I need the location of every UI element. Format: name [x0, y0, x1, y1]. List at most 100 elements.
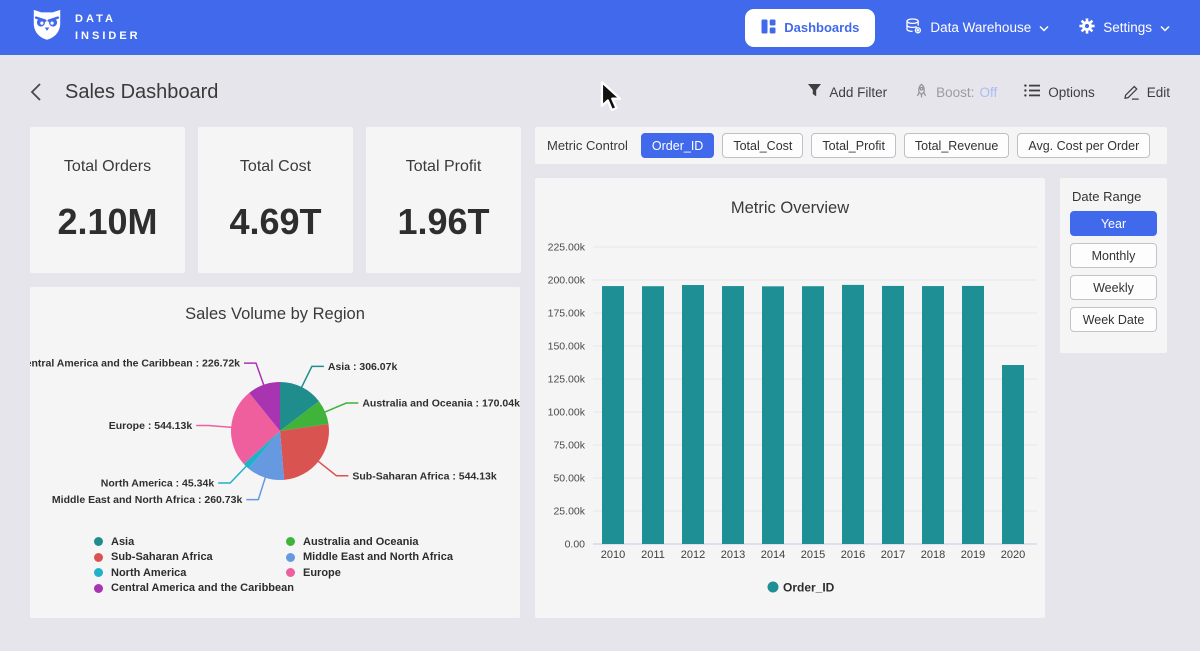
pie-leader-line: [218, 466, 247, 483]
svg-text:Order_ID: Order_ID: [783, 581, 835, 595]
kpi-card: Total Cost 4.69T: [198, 127, 353, 273]
legend-dot: [286, 553, 295, 562]
pie-legend-item[interactable]: Europe: [286, 565, 453, 581]
add-filter-button[interactable]: Add Filter: [807, 83, 887, 101]
x-tick-label: 2013: [721, 549, 745, 561]
metric-chip[interactable]: Avg. Cost per Order: [1017, 133, 1150, 158]
date-range-button[interactable]: Year: [1070, 211, 1157, 236]
legend-dot: [94, 553, 103, 562]
metric-chip[interactable]: Total_Revenue: [904, 133, 1009, 158]
kpi-card: Total Orders 2.10M: [30, 127, 185, 273]
metric-chip[interactable]: Total_Profit: [811, 133, 896, 158]
x-tick-label: 2019: [961, 549, 985, 561]
pie-slice-label: Europe : 544.13k: [109, 420, 193, 432]
y-tick-label: 25.00k: [553, 506, 585, 518]
x-tick-label: 2010: [601, 549, 625, 561]
chevron-down-icon: [1160, 20, 1170, 35]
bar-2010[interactable]: [602, 286, 624, 544]
boost-toggle[interactable]: Boost: Off: [914, 83, 997, 102]
y-tick-label: 225.00k: [548, 242, 586, 254]
boost-state: Off: [979, 85, 997, 100]
kpi-value: 4.69T: [229, 201, 321, 243]
pie-legend-item[interactable]: Central America and the Caribbean: [94, 581, 294, 597]
bar-2011[interactable]: [642, 286, 664, 544]
bar-2019[interactable]: [962, 286, 984, 544]
back-button[interactable]: [30, 82, 43, 102]
pie-slice-label: North America : 45.34k: [101, 477, 215, 489]
page-header: Sales Dashboard Add Filter Boost: Off: [0, 73, 1200, 111]
bar-2020[interactable]: [1002, 365, 1024, 544]
kpi-label: Total Cost: [240, 158, 311, 176]
metric-overview-panel: Metric Overview 0.0025.00k50.00k75.00k10…: [535, 178, 1045, 618]
bar-2016[interactable]: [842, 285, 864, 544]
date-range-button[interactable]: Monthly: [1070, 243, 1157, 268]
metric-chips: Order_ID Total_Cost Total_Profit Total_Reve…: [641, 133, 1150, 158]
date-range-button[interactable]: Weekly: [1070, 275, 1157, 300]
metric-control-bar: Metric Control Order_ID Total_Cost Total_P…: [535, 127, 1167, 164]
metric-chip[interactable]: Total_Cost: [722, 133, 803, 158]
legend-dot: [286, 568, 295, 577]
pie-leader-line: [324, 403, 358, 412]
pie-legend-item[interactable]: Asia: [94, 534, 294, 550]
x-tick-label: 2011: [641, 549, 665, 561]
pie-leader-line: [244, 363, 264, 386]
pencil-icon: [1122, 82, 1140, 103]
pie-slice-label: Asia : 306.07k: [328, 361, 398, 373]
x-tick-label: 2012: [681, 549, 705, 561]
y-tick-label: 150.00k: [548, 341, 586, 353]
pie-slice-label: Australia and Oceania : 170.04k: [362, 398, 520, 410]
metric-chip[interactable]: Order_ID: [641, 133, 714, 158]
metric-control-label: Metric Control: [547, 138, 628, 153]
kpi-value: 2.10M: [57, 201, 157, 243]
pie-legend-item[interactable]: North America: [94, 565, 294, 581]
bar-2017[interactable]: [882, 286, 904, 544]
dashboards-button[interactable]: Dashboards: [745, 9, 875, 47]
owl-logo-icon: [30, 8, 64, 47]
pie-leader-line: [301, 366, 324, 388]
y-tick-label: 200.00k: [548, 275, 586, 287]
pie-chart-title: Sales Volume by Region: [30, 305, 520, 324]
pie-leader-line: [196, 426, 232, 428]
pie-slice[interactable]: [280, 424, 329, 480]
x-tick-label: 2017: [881, 549, 905, 561]
legend-dot: [94, 584, 103, 593]
bar-2014[interactable]: [762, 286, 784, 544]
pie-leader-line: [318, 461, 349, 476]
options-button[interactable]: Options: [1024, 83, 1095, 101]
navbar-menu: Dashboards Data Warehouse: [745, 9, 1170, 47]
date-range-label: Date Range: [1072, 189, 1157, 204]
kpi-label: Total Orders: [64, 158, 151, 176]
edit-button[interactable]: Edit: [1122, 82, 1170, 103]
brand-logo[interactable]: DATA INSIDER: [30, 8, 141, 47]
settings-label: Settings: [1103, 20, 1152, 35]
x-tick-label: 2018: [921, 549, 945, 561]
pie-legend-item[interactable]: Sub-Saharan Africa: [94, 550, 294, 566]
gear-icon: [1079, 18, 1095, 37]
legend-dot: [94, 537, 103, 546]
legend-dot: [286, 537, 295, 546]
pie-legend-item[interactable]: Australia and Oceania: [286, 534, 453, 550]
chevron-down-icon: [1039, 20, 1049, 35]
bar-2015[interactable]: [802, 286, 824, 544]
kpi-label: Total Profit: [406, 158, 482, 176]
options-list-icon: [1024, 83, 1041, 101]
y-tick-label: 125.00k: [548, 374, 586, 386]
settings-menu[interactable]: Settings: [1079, 18, 1170, 37]
kpi-value: 1.96T: [397, 201, 489, 243]
pie-leader-line: [246, 477, 265, 500]
x-tick-label: 2020: [1001, 549, 1025, 561]
bar-legend-item[interactable]: Order_ID: [768, 581, 835, 595]
pie-legend-item[interactable]: Middle East and North Africa: [286, 550, 453, 566]
bar-2018[interactable]: [922, 286, 944, 544]
x-tick-label: 2015: [801, 549, 825, 561]
pie-slice-label: Central America and the Caribbean : 226.…: [30, 358, 240, 370]
page-title: Sales Dashboard: [65, 81, 218, 104]
date-range-button[interactable]: Week Date: [1070, 307, 1157, 332]
bar-2012[interactable]: [682, 285, 704, 544]
bar-2013[interactable]: [722, 286, 744, 544]
y-tick-label: 100.00k: [548, 407, 586, 419]
filter-funnel-icon: [807, 83, 822, 101]
data-warehouse-menu[interactable]: Data Warehouse: [905, 18, 1049, 38]
date-range-buttons: Year Monthly Weekly Week Date: [1070, 211, 1157, 332]
y-tick-label: 0.00: [565, 539, 586, 551]
